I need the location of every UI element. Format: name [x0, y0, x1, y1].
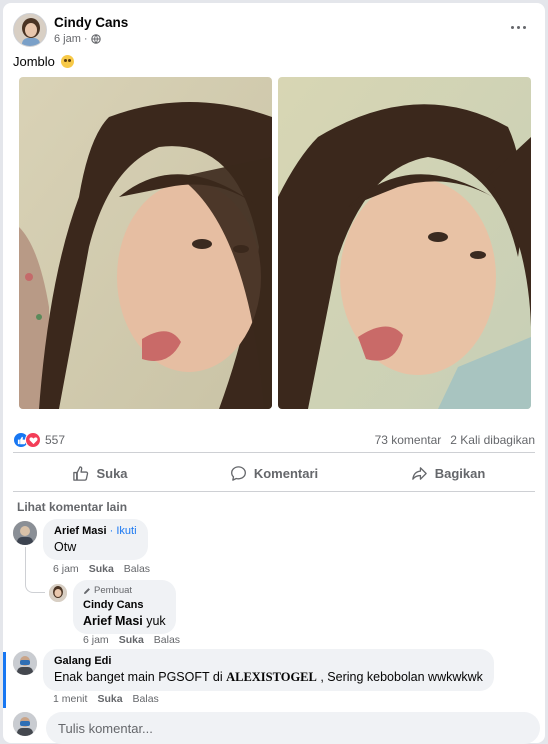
reactions-summary[interactable]: 557 — [13, 432, 65, 448]
reply-time[interactable]: 6 jam — [83, 634, 109, 646]
pencil-icon — [84, 587, 90, 594]
comment-author-name[interactable]: Galang Edi — [54, 655, 483, 667]
current-user-avatar[interactable] — [13, 712, 37, 736]
post-caption: Jomblo — [13, 54, 55, 69]
comment-bubble: Arief Masi · Ikuti Otw — [43, 519, 148, 560]
reply-author-name[interactable]: Cindy Cans — [83, 599, 166, 611]
comment-author-name[interactable]: Arief Masi — [54, 525, 107, 537]
reply-text-body: yuk — [142, 614, 166, 628]
comment-meta: 6 jam Suka Balas — [53, 563, 150, 575]
post-stats: 557 73 komentar 2 Kali dibagikan — [13, 431, 535, 451]
reply-bubble: Pembuat Cindy Cans Arief Masi yuk — [73, 580, 176, 634]
post-actions: Suka Komentari Bagikan — [13, 456, 535, 490]
post-card: Cindy Cans 6 jam · Jomblo 557 73 komenta… — [3, 3, 545, 744]
author-badge: Pembuat — [83, 585, 166, 596]
share-button[interactable]: Bagikan — [361, 456, 535, 490]
flushed-face-icon — [60, 55, 74, 68]
reaction-count: 557 — [45, 433, 66, 447]
comment-time[interactable]: 6 jam — [53, 563, 79, 575]
stats-right: 73 komentar 2 Kali dibagikan — [375, 433, 535, 447]
comment-text: Enak banget main PGSOFT di ALEXISTOGEL ,… — [54, 670, 483, 685]
like-label: Suka — [96, 465, 128, 481]
author-name[interactable]: Cindy Cans — [54, 15, 128, 30]
comment-button[interactable]: Komentari — [187, 456, 361, 490]
comment-text: Otw — [54, 540, 77, 554]
comment-like-link[interactable]: Suka — [97, 693, 122, 705]
reply-meta: 6 jam Suka Balas — [83, 634, 180, 646]
reply-reply-link[interactable]: Balas — [154, 634, 180, 646]
reply-like-link[interactable]: Suka — [119, 634, 144, 646]
follow-link[interactable]: · Ikuti — [110, 525, 137, 537]
thumbs-up-icon — [73, 465, 89, 481]
post-photo-1[interactable] — [19, 77, 272, 409]
comment-count[interactable]: 73 komentar — [375, 433, 442, 447]
more-options-icon[interactable] — [511, 23, 529, 33]
comment-author: Arief Masi · Ikuti — [54, 525, 137, 537]
divider — [13, 452, 535, 453]
comment-reply-link[interactable]: Balas — [133, 693, 159, 705]
author-avatar[interactable] — [13, 13, 47, 47]
post-photo-2[interactable] — [278, 77, 531, 409]
comment-meta: 1 menit Suka Balas — [53, 693, 159, 705]
share-label: Bagikan — [434, 465, 486, 481]
commenter-avatar[interactable] — [13, 521, 37, 545]
comment-like-link[interactable]: Suka — [89, 563, 114, 575]
comment-label: Komentari — [253, 465, 319, 481]
comment-text-pre: Enak banget main PGSOFT di — [54, 670, 227, 684]
reply-text: Arief Masi yuk — [83, 614, 166, 628]
comment-reply-link[interactable]: Balas — [124, 563, 150, 575]
replier-avatar[interactable] — [49, 584, 67, 602]
comment-text-post: , Sering kebobolan wwkwkwk — [316, 670, 483, 684]
mention[interactable]: Arief Masi — [83, 614, 143, 628]
new-comment-indicator — [3, 652, 6, 708]
reply-thread-line — [25, 547, 45, 593]
comment-bubble: Galang Edi Enak banget main PGSOFT di AL… — [43, 649, 494, 691]
comment-time[interactable]: 1 menit — [53, 693, 87, 705]
share-arrow-icon — [411, 466, 427, 480]
post-meta: 6 jam · — [54, 33, 101, 45]
divider — [13, 491, 535, 492]
comment-composer[interactable] — [46, 712, 540, 744]
separator-dot: · — [83, 33, 88, 45]
commenter-avatar[interactable] — [13, 651, 37, 675]
comment-bubble-icon — [230, 465, 246, 481]
like-button[interactable]: Suka — [13, 456, 187, 490]
love-reaction-icon — [25, 432, 41, 448]
author-badge-label: Pembuat — [94, 585, 133, 596]
share-count[interactable]: 2 Kali dibagikan — [450, 433, 535, 447]
post-text: Jomblo — [13, 54, 74, 69]
view-more-comments-link[interactable]: Lihat komentar lain — [17, 500, 127, 514]
post-header: Cindy Cans 6 jam · — [13, 13, 535, 53]
post-time[interactable]: 6 jam — [54, 33, 81, 45]
comment-text-bold: ALEXISTOGEL — [226, 670, 317, 684]
globe-icon — [90, 34, 101, 44]
